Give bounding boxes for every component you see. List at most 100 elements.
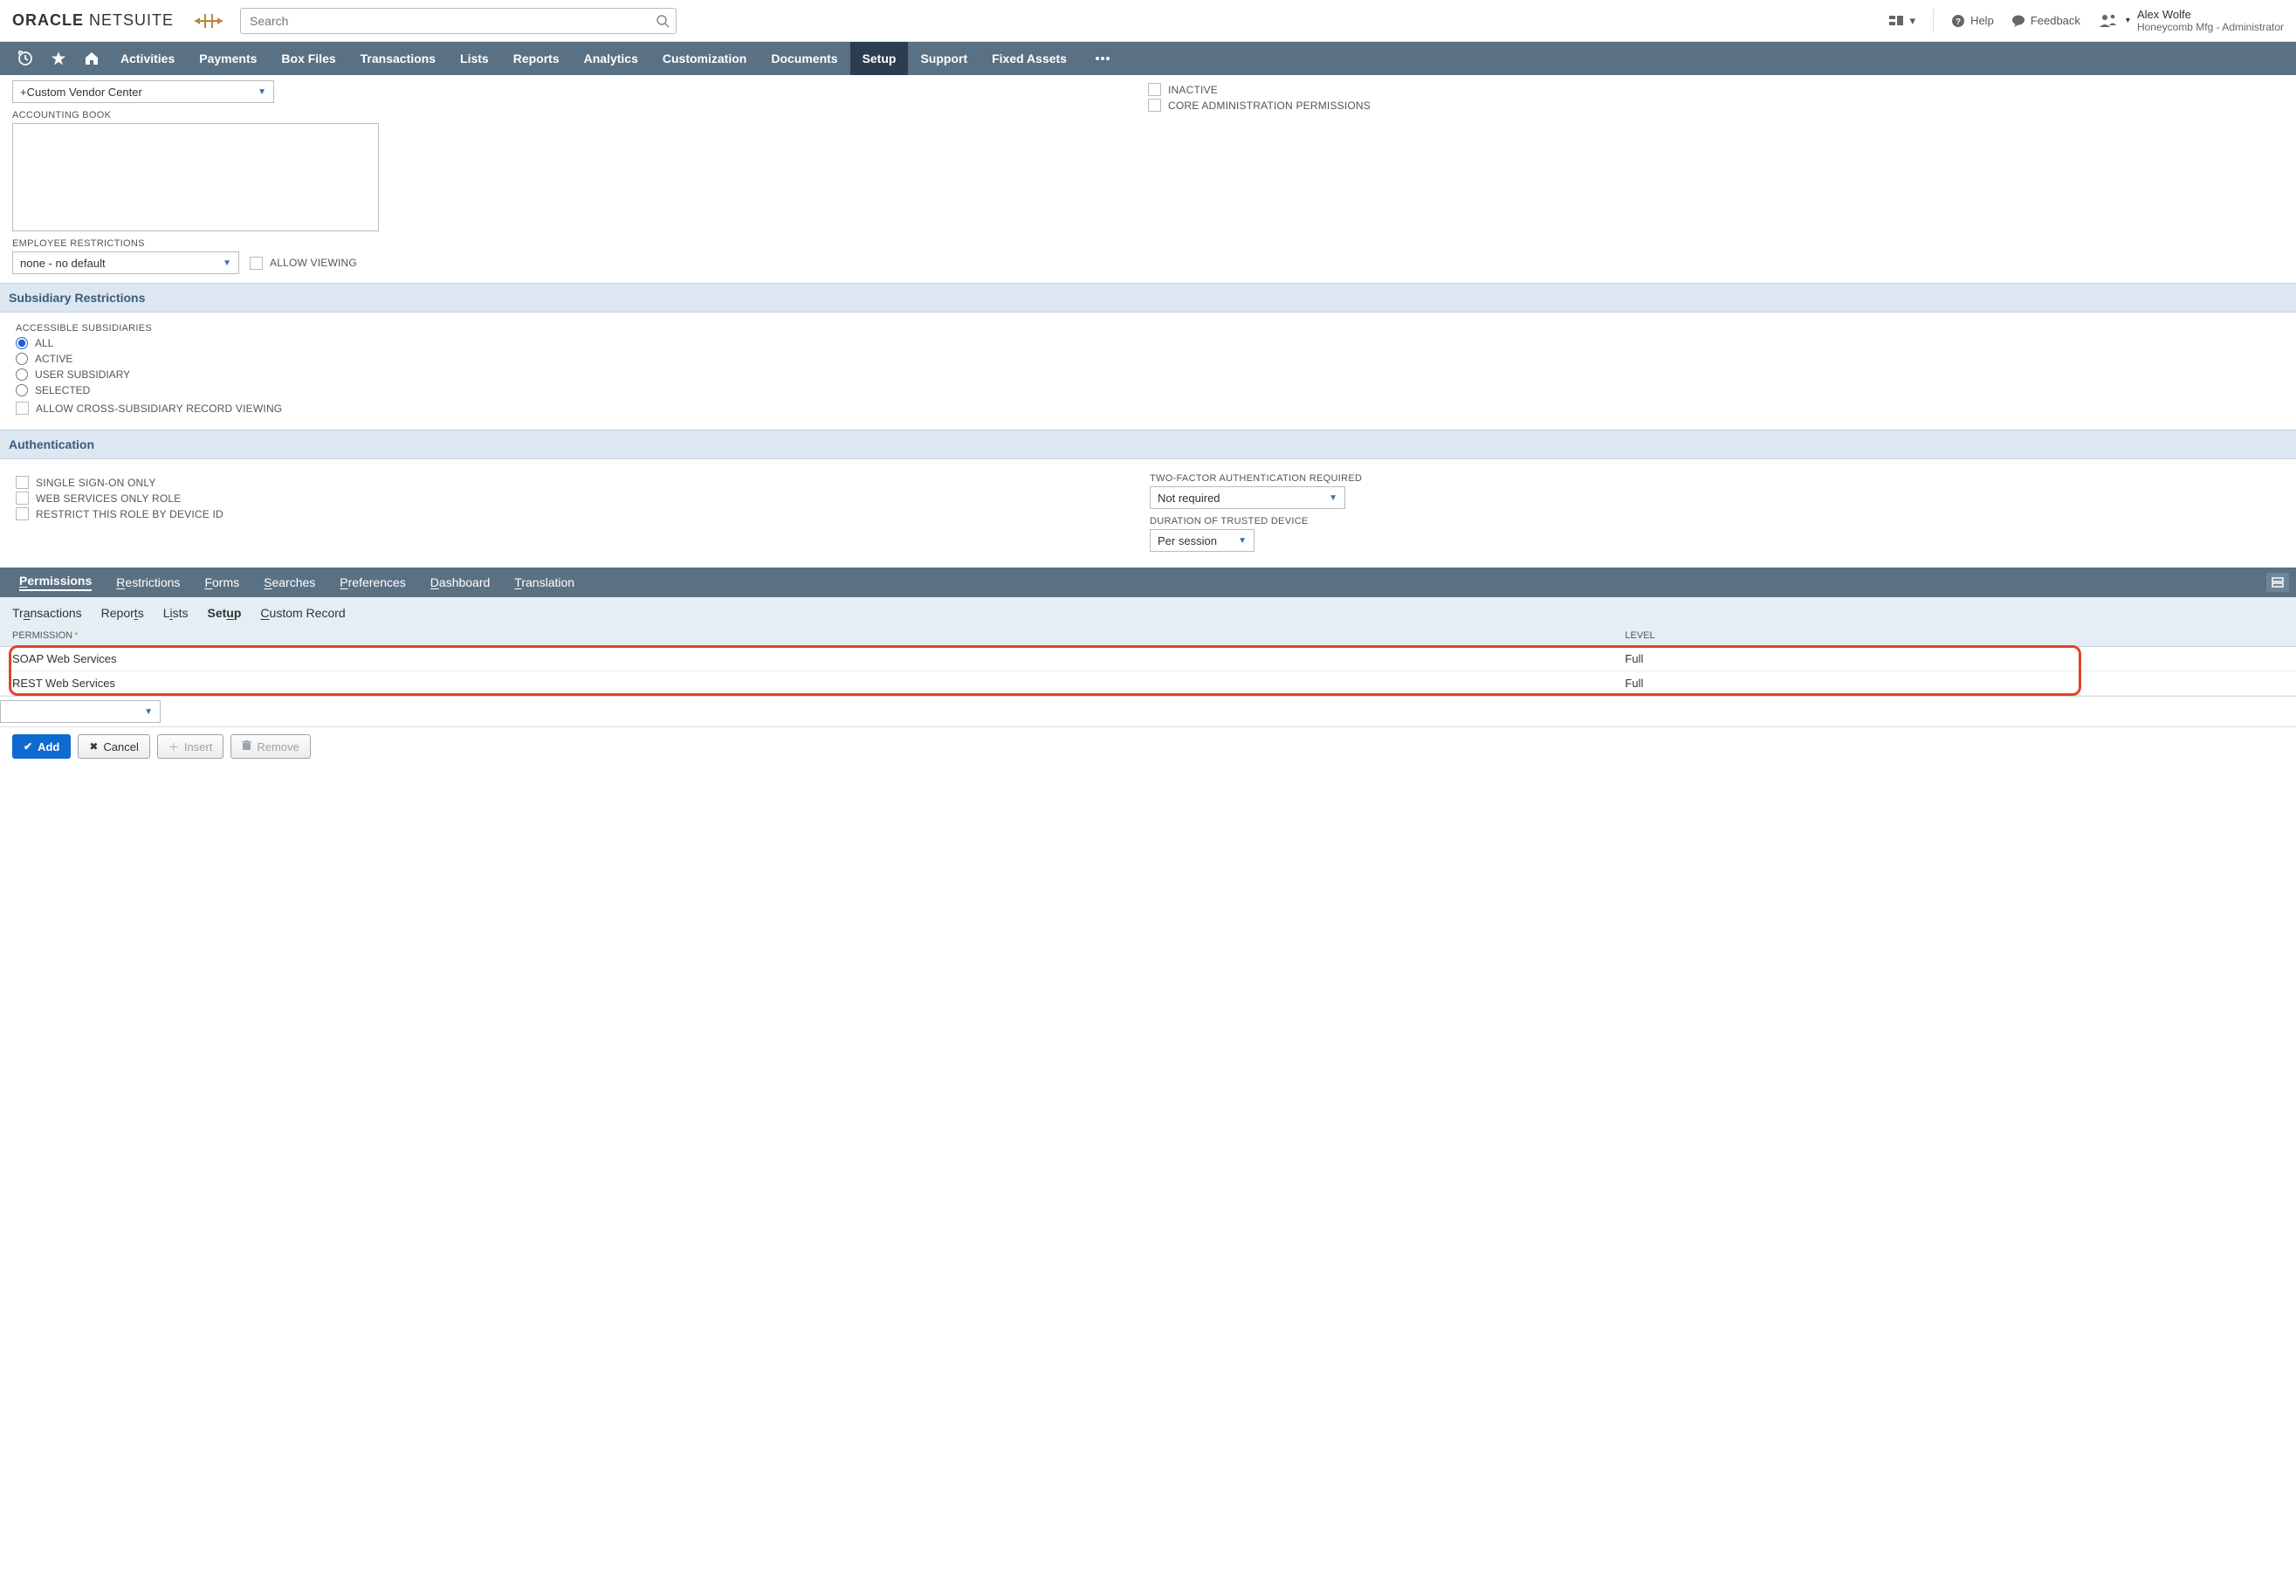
employee-restrictions-select[interactable]: none - no default ▼: [12, 251, 239, 274]
help-link[interactable]: ? Help: [1951, 14, 1994, 28]
chevron-down-icon: ▼: [1238, 536, 1247, 546]
nav-customization[interactable]: Customization: [650, 42, 759, 75]
subsidiary-radio-label: ALL: [35, 337, 53, 349]
tab-searches[interactable]: Searches: [251, 568, 327, 597]
nav-lists[interactable]: Lists: [448, 42, 501, 75]
allow-viewing-checkbox[interactable]: [250, 257, 263, 270]
nav-payments[interactable]: Payments: [187, 42, 269, 75]
permission-edit-row: ▼: [0, 696, 2296, 727]
nav-overflow-icon[interactable]: [1083, 42, 1123, 75]
nav-documents[interactable]: Documents: [759, 42, 849, 75]
user-name: Alex Wolfe: [2137, 8, 2284, 21]
center-type-select[interactable]: +Custom Vendor Center ▼: [12, 80, 274, 103]
center-type-value: +Custom Vendor Center: [20, 86, 142, 99]
chevron-down-icon: ▼: [1329, 493, 1337, 503]
subtabs-bar: PermissionsRestrictionsFormsSearchesPref…: [0, 568, 2296, 597]
accounting-book-label: ACCOUNTING BOOK: [12, 110, 1148, 120]
tfa-required-label: TWO-FACTOR AUTHENTICATION REQUIRED: [1150, 473, 2284, 484]
sso-checkbox[interactable]: [16, 476, 29, 489]
trusted-duration-select[interactable]: Per session ▼: [1150, 529, 1255, 552]
subtab-lists[interactable]: Lists: [163, 606, 189, 620]
level-cell: Full: [1625, 652, 2284, 665]
nav-reports[interactable]: Reports: [501, 42, 572, 75]
insert-label: Insert: [184, 740, 213, 753]
global-search: [240, 8, 677, 34]
nav-activities[interactable]: Activities: [108, 42, 187, 75]
insert-button[interactable]: ＋ Insert: [157, 734, 224, 759]
tab-permissions[interactable]: Permissions: [7, 568, 104, 597]
subtab-reports[interactable]: Reports: [101, 606, 144, 620]
level-cell: Full: [1625, 677, 2284, 690]
nav-support[interactable]: Support: [908, 42, 980, 75]
nav-transactions[interactable]: Transactions: [348, 42, 448, 75]
search-input[interactable]: [240, 8, 677, 34]
permissions-table: PERMISSION* LEVEL SOAP Web ServicesFullR…: [0, 625, 2296, 727]
device-label: RESTRICT THIS ROLE BY DEVICE ID: [36, 508, 223, 520]
nav-fixed-assets[interactable]: Fixed Assets: [980, 42, 1079, 75]
check-icon: ✔: [24, 740, 32, 753]
user-menu[interactable]: ▾ Alex Wolfe Honeycomb Mfg - Administrat…: [2098, 8, 2284, 33]
sso-label: SINGLE SIGN-ON ONLY: [36, 477, 156, 489]
chevron-down-icon: ▼: [223, 258, 231, 268]
subsidiary-radio-user-subsidiary[interactable]: [16, 368, 28, 381]
help-label: Help: [1970, 14, 1994, 27]
chevron-down-icon: ▼: [258, 87, 266, 97]
remove-label: Remove: [257, 740, 299, 753]
table-row[interactable]: REST Web ServicesFull: [0, 671, 2296, 696]
subsidiary-radio-label: USER SUBSIDIARY: [35, 368, 130, 381]
company-logo-icon: [193, 11, 224, 31]
svg-text:?: ?: [1956, 17, 1961, 27]
employee-restrictions-label: EMPLOYEE RESTRICTIONS: [12, 238, 1148, 249]
trash-icon: [242, 740, 251, 753]
subsidiary-radio-active[interactable]: [16, 353, 28, 365]
chevron-down-icon: ▼: [144, 707, 153, 717]
trusted-duration-value: Per session: [1158, 534, 1217, 547]
subtab-transactions[interactable]: Transactions: [12, 606, 82, 620]
home-icon[interactable]: [75, 42, 108, 75]
header-right: ▾ ? Help Feedback ▾ Alex Wolfe Honeycomb…: [1889, 8, 2284, 33]
tab-translation[interactable]: Translation: [502, 568, 587, 597]
tab-preferences[interactable]: Preferences: [327, 568, 418, 597]
table-row[interactable]: SOAP Web ServicesFull: [0, 647, 2296, 671]
subsidiary-radio-label: SELECTED: [35, 384, 90, 396]
cross-subsidiary-checkbox[interactable]: [16, 402, 29, 415]
core-admin-label: CORE ADMINISTRATION PERMISSIONS: [1168, 100, 1371, 112]
tab-restrictions[interactable]: Restrictions: [104, 568, 192, 597]
nav-analytics[interactable]: Analytics: [572, 42, 650, 75]
tab-forms[interactable]: Forms: [192, 568, 251, 597]
subtab-custom-record[interactable]: Custom Record: [260, 606, 345, 620]
subsidiary-radio-selected[interactable]: [16, 384, 28, 396]
expand-subtabs-icon[interactable]: [2266, 573, 2289, 592]
oracle-netsuite-logo: ORACLE NETSUITE: [12, 11, 174, 30]
subsidiary-section-header: Subsidiary Restrictions: [0, 283, 2296, 313]
subsidiary-radio-label: ACTIVE: [35, 353, 72, 365]
remove-button[interactable]: Remove: [230, 734, 310, 759]
nav-box-files[interactable]: Box Files: [269, 42, 347, 75]
tfa-required-value: Not required: [1158, 492, 1220, 505]
cancel-label: Cancel: [103, 740, 138, 753]
permission-cell: SOAP Web Services: [12, 652, 1625, 665]
tab-dashboard[interactable]: Dashboard: [418, 568, 503, 597]
close-icon: ✖: [89, 740, 98, 753]
subsidiary-radio-all[interactable]: [16, 337, 28, 349]
permission-picker[interactable]: ▼: [0, 700, 161, 723]
subtab-setup[interactable]: Setup: [208, 606, 242, 620]
core-admin-checkbox[interactable]: [1148, 99, 1161, 112]
tfa-required-select[interactable]: Not required ▼: [1150, 486, 1345, 509]
add-button[interactable]: ✔ Add: [12, 734, 71, 759]
column-level: LEVEL: [1625, 630, 2284, 641]
accounting-book-field[interactable]: [12, 123, 379, 231]
shortcuts-icon[interactable]: ▾: [1889, 14, 1916, 28]
trusted-duration-label: DURATION OF TRUSTED DEVICE: [1150, 516, 2284, 526]
inactive-checkbox[interactable]: [1148, 83, 1161, 96]
recent-records-icon[interactable]: [9, 42, 42, 75]
nav-setup[interactable]: Setup: [850, 42, 909, 75]
feedback-link[interactable]: Feedback: [2011, 14, 2080, 28]
cancel-button[interactable]: ✖ Cancel: [78, 734, 150, 759]
search-icon[interactable]: [656, 14, 670, 31]
device-checkbox[interactable]: [16, 507, 29, 520]
separator: [1933, 9, 1934, 33]
shortcuts-star-icon[interactable]: [42, 42, 75, 75]
add-label: Add: [38, 740, 59, 753]
ws-only-checkbox[interactable]: [16, 492, 29, 505]
